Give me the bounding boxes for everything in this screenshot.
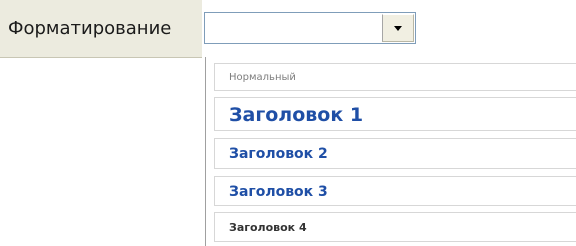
option-heading-4[interactable]: Заголовок 4 <box>214 212 576 242</box>
format-dropdown-list: Нормальный Заголовок 1 Заголовок 2 Загол… <box>205 57 576 246</box>
toolbar-label-area: Форматирование <box>0 0 202 58</box>
option-heading-1[interactable]: Заголовок 1 <box>214 97 576 131</box>
option-heading-3[interactable]: Заголовок 3 <box>214 176 576 206</box>
formatting-label: Форматирование <box>8 18 172 39</box>
formatting-toolbar: Форматирование <box>0 0 576 58</box>
option-normal[interactable]: Нормальный <box>214 63 576 91</box>
format-select-dropdown-button[interactable] <box>382 14 414 42</box>
option-heading-2[interactable]: Заголовок 2 <box>214 138 576 169</box>
chevron-down-icon <box>394 26 402 31</box>
format-select-value <box>209 13 381 43</box>
format-select[interactable] <box>204 12 416 44</box>
